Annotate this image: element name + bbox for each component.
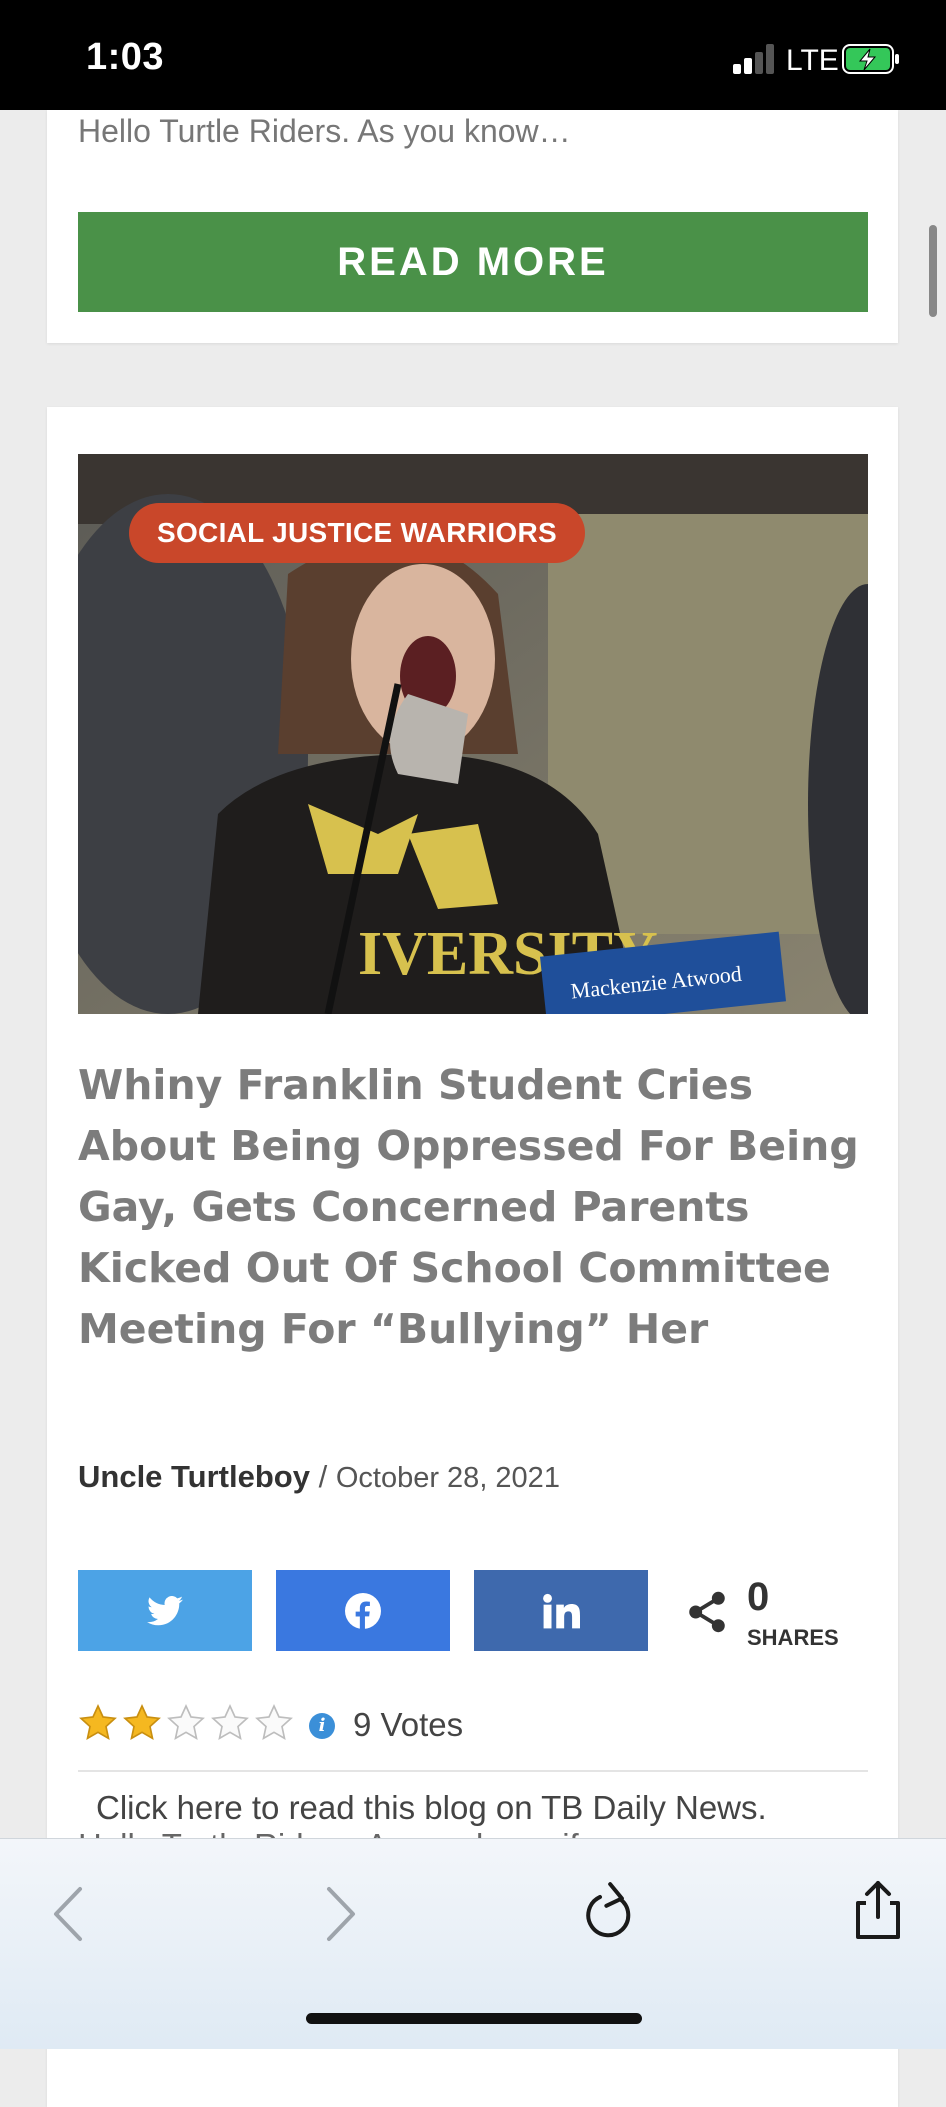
scroll-indicator[interactable] — [929, 225, 937, 317]
reload-icon — [586, 1882, 631, 1938]
vote-count: 9 Votes — [353, 1706, 464, 1743]
info-icon[interactable]: i — [309, 1713, 335, 1739]
status-bar: 1:03 LTE — [0, 0, 946, 110]
star-rating[interactable] — [78, 1703, 294, 1743]
divider — [78, 1770, 868, 1772]
byline: Uncle Turtleboy / October 28, 2021 — [78, 1459, 560, 1495]
share-twitter-button[interactable] — [78, 1570, 252, 1651]
share-page-button[interactable] — [848, 1875, 908, 1945]
facebook-icon — [345, 1592, 381, 1629]
share-count-label: SHARES — [747, 1625, 839, 1650]
article-title[interactable]: Whiny Franklin Student Cries About Being… — [78, 1055, 868, 1360]
linkedin-icon — [543, 1593, 580, 1628]
star-filled-icon[interactable] — [78, 1703, 118, 1743]
category-badge[interactable]: SOCIAL JUSTICE WARRIORS — [129, 503, 585, 563]
back-button[interactable] — [46, 1879, 94, 1949]
byline-separator: / — [318, 1459, 328, 1494]
star-empty-icon[interactable] — [210, 1703, 250, 1743]
battery-charging-icon — [842, 44, 899, 74]
previous-article-card: Hello Turtle Riders. As you know… READ M… — [47, 110, 898, 343]
share-counter: 0 SHARES — [687, 1575, 867, 1655]
forward-button[interactable] — [315, 1879, 363, 1949]
twitter-icon — [147, 1595, 183, 1625]
star-empty-icon[interactable] — [166, 1703, 206, 1743]
status-time: 1:03 — [86, 36, 165, 78]
network-type: LTE — [786, 44, 839, 77]
previous-excerpt: Hello Turtle Riders. As you know… — [78, 113, 571, 149]
share-upload-icon — [856, 1881, 900, 1939]
share-count: 0 — [747, 1575, 770, 1619]
read-more-button[interactable]: READ MORE — [78, 212, 868, 312]
home-indicator[interactable] — [306, 2013, 642, 2024]
share-linkedin-button[interactable] — [474, 1570, 648, 1651]
signal-strength-icon — [733, 44, 777, 74]
share-facebook-button[interactable] — [276, 1570, 450, 1651]
post-date: October 28, 2021 — [335, 1462, 560, 1494]
share-icon — [689, 1591, 725, 1633]
star-empty-icon[interactable] — [254, 1703, 294, 1743]
article-image[interactable]: IVERSITY Mackenzie Atwood SOCIAL JUSTICE… — [78, 454, 868, 1014]
chevron-left-icon — [54, 1887, 82, 1941]
chevron-right-icon — [327, 1887, 355, 1941]
author-link[interactable]: Uncle Turtleboy — [78, 1459, 310, 1494]
article-excerpt[interactable]: Click here to read this blog on TB Daily… — [78, 1787, 868, 1829]
star-filled-icon[interactable] — [122, 1703, 162, 1743]
reload-button[interactable] — [578, 1877, 638, 1947]
